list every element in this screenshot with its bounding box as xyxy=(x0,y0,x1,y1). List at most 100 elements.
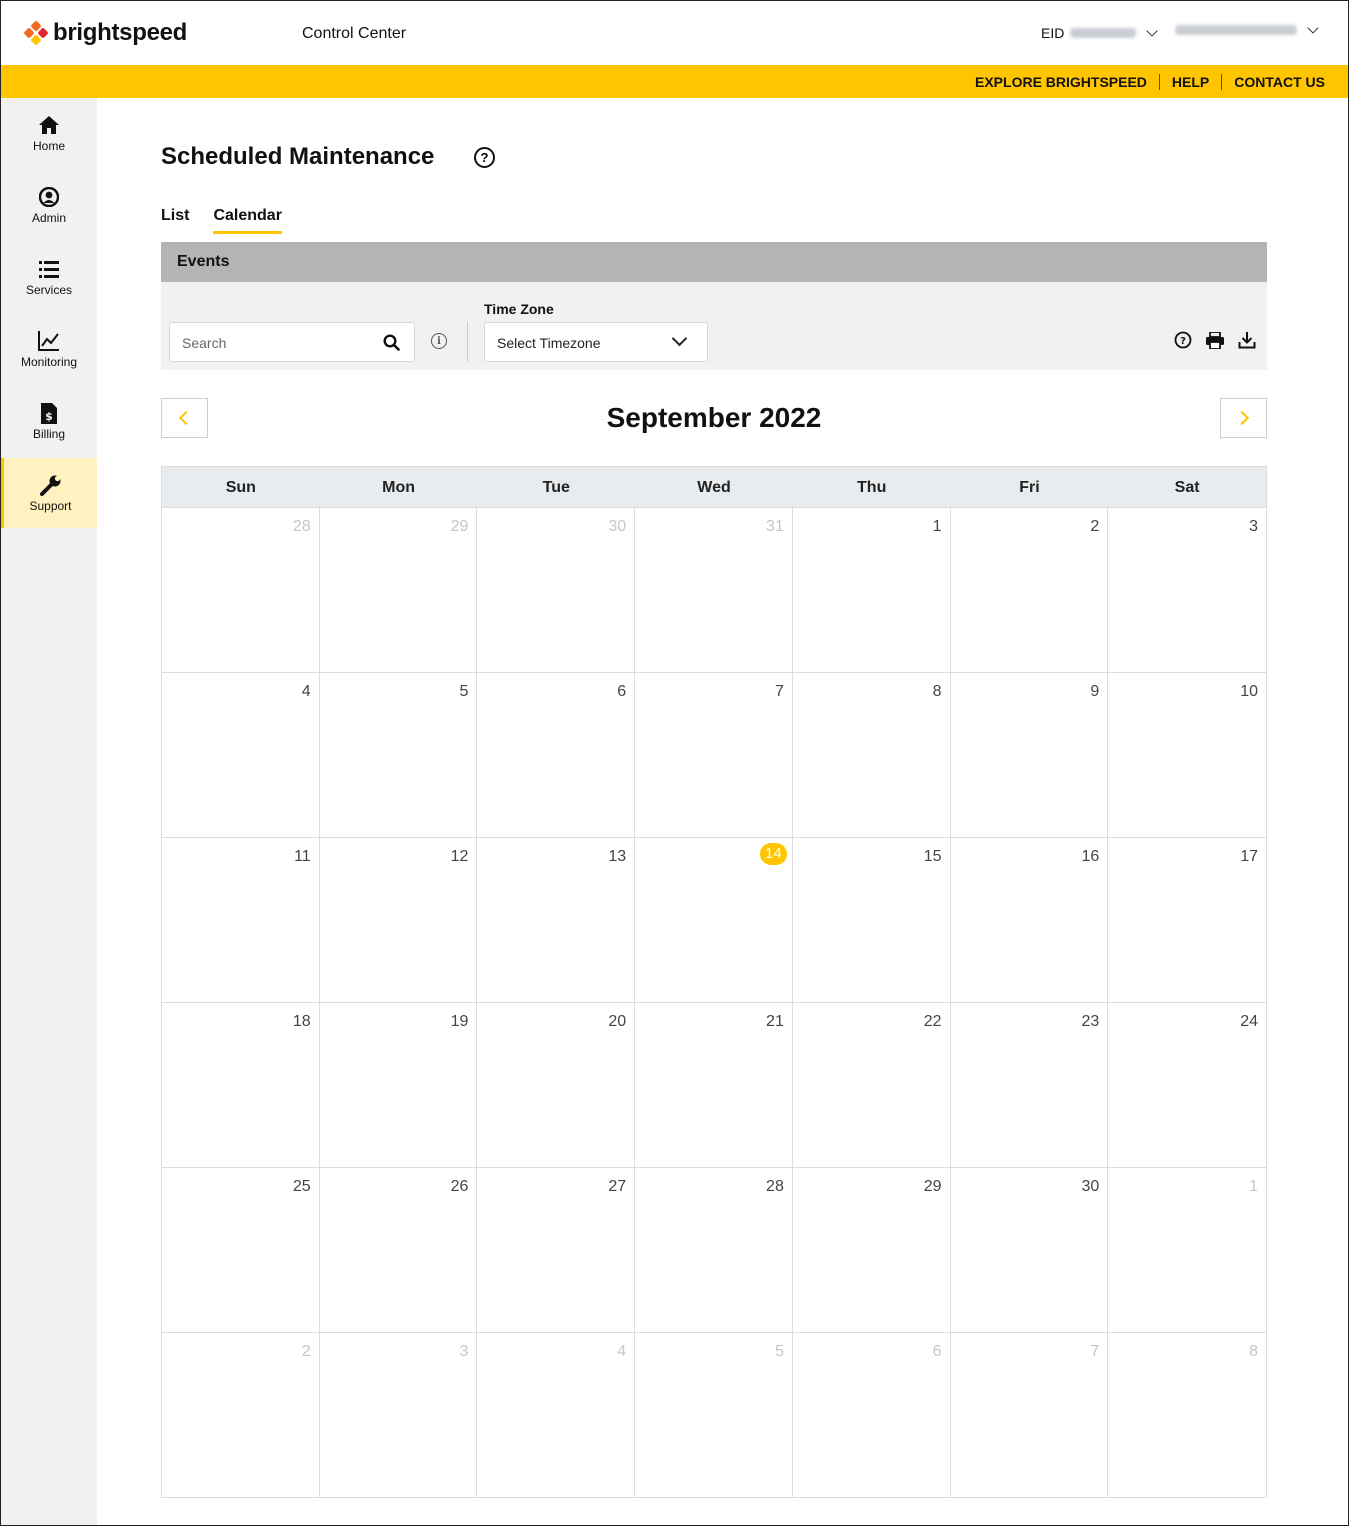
day-number: 4 xyxy=(301,683,311,700)
tab-calendar[interactable]: Calendar xyxy=(213,207,282,234)
day-number: 29 xyxy=(450,518,469,535)
weekday-tue: Tue xyxy=(542,479,570,496)
calendar-day[interactable]: 9 xyxy=(950,673,1109,838)
timezone-select[interactable]: Select Timezone xyxy=(484,322,708,362)
day-number: 5 xyxy=(774,1343,784,1360)
sidebar-item-billing[interactable]: $ Billing xyxy=(1,386,97,456)
calendar-day[interactable]: 1 xyxy=(792,508,951,673)
calendar-day[interactable]: 7 xyxy=(635,673,793,838)
weekday-header: Sun Mon Tue Wed Thu Fri Sat xyxy=(162,467,1266,508)
day-number: 3 xyxy=(459,1343,469,1360)
calendar-day[interactable]: 8 xyxy=(792,673,951,838)
search-input[interactable]: Search xyxy=(169,322,415,362)
calendar-day[interactable]: 5 xyxy=(319,673,478,838)
help-link[interactable]: HELP xyxy=(1158,74,1221,90)
calendar-day[interactable]: 6 xyxy=(793,1333,951,1498)
calendar-day[interactable]: 21 xyxy=(635,1003,793,1168)
calendar-day[interactable]: 8 xyxy=(1108,1333,1266,1498)
weekday-sat: Sat xyxy=(1174,479,1200,496)
calendar-day[interactable]: 19 xyxy=(319,1003,478,1168)
chevron-down-icon xyxy=(1146,24,1159,37)
sidebar-item-support[interactable]: Support xyxy=(1,458,97,528)
calendar-day[interactable]: 4 xyxy=(477,1333,636,1498)
calendar-day[interactable]: 3 xyxy=(1108,508,1266,673)
timezone-label: Time Zone xyxy=(484,301,554,317)
calendar-day[interactable]: 20 xyxy=(477,1003,636,1168)
day-number: 19 xyxy=(450,1013,469,1030)
calendar-day[interactable]: 26 xyxy=(319,1168,478,1333)
info-icon[interactable]: i xyxy=(431,333,447,349)
sidebar-item-monitoring[interactable]: Monitoring xyxy=(1,314,97,384)
calendar-day[interactable]: 2 xyxy=(162,1333,320,1498)
day-number: 23 xyxy=(1081,1013,1100,1030)
calendar-day[interactable]: 4 xyxy=(162,673,320,838)
sidebar-item-home[interactable]: Home xyxy=(1,98,97,168)
day-number: 11 xyxy=(294,848,311,865)
calendar-day[interactable]: 31 xyxy=(635,508,793,673)
download-icon[interactable] xyxy=(1235,330,1259,350)
calendar-day[interactable]: 3 xyxy=(320,1333,478,1498)
svg-text:?: ? xyxy=(1180,336,1186,347)
calendar-day[interactable]: 27 xyxy=(477,1168,636,1333)
calendar-day[interactable]: 1 xyxy=(1108,1168,1266,1333)
help-icon[interactable]: ? xyxy=(1171,330,1195,350)
calendar-day[interactable]: 16 xyxy=(950,838,1109,1003)
calendar-day[interactable]: 23 xyxy=(950,1003,1109,1168)
calendar-grid: Sun Mon Tue Wed Thu Fri Sat 28 29 30 31 1 2 3 4… xyxy=(161,466,1267,1498)
explore-brightspeed-link[interactable]: EXPLORE BRIGHTSPEED xyxy=(963,74,1159,90)
brightspeed-logo-icon xyxy=(23,20,49,46)
calendar-day[interactable]: 5 xyxy=(635,1333,793,1498)
calendar-day-today[interactable]: 14 xyxy=(635,838,793,1003)
next-month-button[interactable] xyxy=(1220,398,1267,438)
sidebar-item-label: Support xyxy=(29,499,72,513)
events-section-header: Events xyxy=(161,242,1267,282)
calendar-day[interactable]: 28 xyxy=(635,1168,793,1333)
eid-dropdown[interactable]: EID xyxy=(1041,24,1159,41)
calendar-day[interactable]: 25 xyxy=(162,1168,320,1333)
sidebar-item-label: Home xyxy=(32,139,65,153)
calendar-day[interactable]: 17 xyxy=(1108,838,1266,1003)
month-title: September 2022 xyxy=(606,402,822,433)
weekday-mon: Mon xyxy=(382,479,415,496)
weekday-sun: Sun xyxy=(225,479,256,496)
sidebar-item-label: Admin xyxy=(31,211,66,225)
calendar-day[interactable]: 7 xyxy=(951,1333,1109,1498)
day-number: 28 xyxy=(766,1178,784,1195)
day-number: 24 xyxy=(1240,1013,1258,1030)
print-icon[interactable] xyxy=(1203,330,1227,350)
contact-us-link[interactable]: CONTACT US xyxy=(1221,74,1325,90)
calendar-day[interactable]: 22 xyxy=(792,1003,951,1168)
tab-list[interactable]: List xyxy=(161,207,189,234)
weekday-wed: Wed xyxy=(697,479,731,496)
day-number: 31 xyxy=(766,518,784,535)
day-number: 16 xyxy=(1081,848,1100,865)
search-icon[interactable] xyxy=(383,334,400,356)
calendar-day[interactable]: 12 xyxy=(319,838,478,1003)
sidebar-item-services[interactable]: Services xyxy=(1,242,97,312)
weekday-fri: Fri xyxy=(1019,479,1040,496)
brand-logo[interactable]: brightspeed xyxy=(23,19,187,47)
calendar-day[interactable]: 10 xyxy=(1108,673,1266,838)
calendar-day[interactable]: 6 xyxy=(477,673,636,838)
calendar-day[interactable]: 11 xyxy=(162,838,320,1003)
calendar-day[interactable]: 30 xyxy=(477,508,636,673)
day-number: 7 xyxy=(774,683,784,700)
calendar-day[interactable]: 18 xyxy=(162,1003,320,1168)
wrench-icon xyxy=(39,474,62,496)
day-number: 30 xyxy=(608,518,627,535)
app-title: Control Center xyxy=(302,25,407,42)
calendar-day[interactable]: 2 xyxy=(950,508,1109,673)
view-tabs: List Calendar xyxy=(161,207,306,234)
calendar-day[interactable]: 28 xyxy=(162,508,320,673)
day-number: 26 xyxy=(450,1178,469,1195)
calendar-day[interactable]: 15 xyxy=(792,838,951,1003)
user-dropdown[interactable] xyxy=(1169,21,1319,35)
calendar-day[interactable]: 29 xyxy=(792,1168,951,1333)
calendar-day[interactable]: 13 xyxy=(477,838,636,1003)
calendar-day[interactable]: 30 xyxy=(950,1168,1109,1333)
calendar-day[interactable]: 24 xyxy=(1108,1003,1266,1168)
sidebar-item-admin[interactable]: Admin xyxy=(1,170,97,240)
calendar-day[interactable]: 29 xyxy=(319,508,478,673)
day-number: 28 xyxy=(292,518,311,535)
help-icon[interactable]: ? xyxy=(474,147,495,168)
